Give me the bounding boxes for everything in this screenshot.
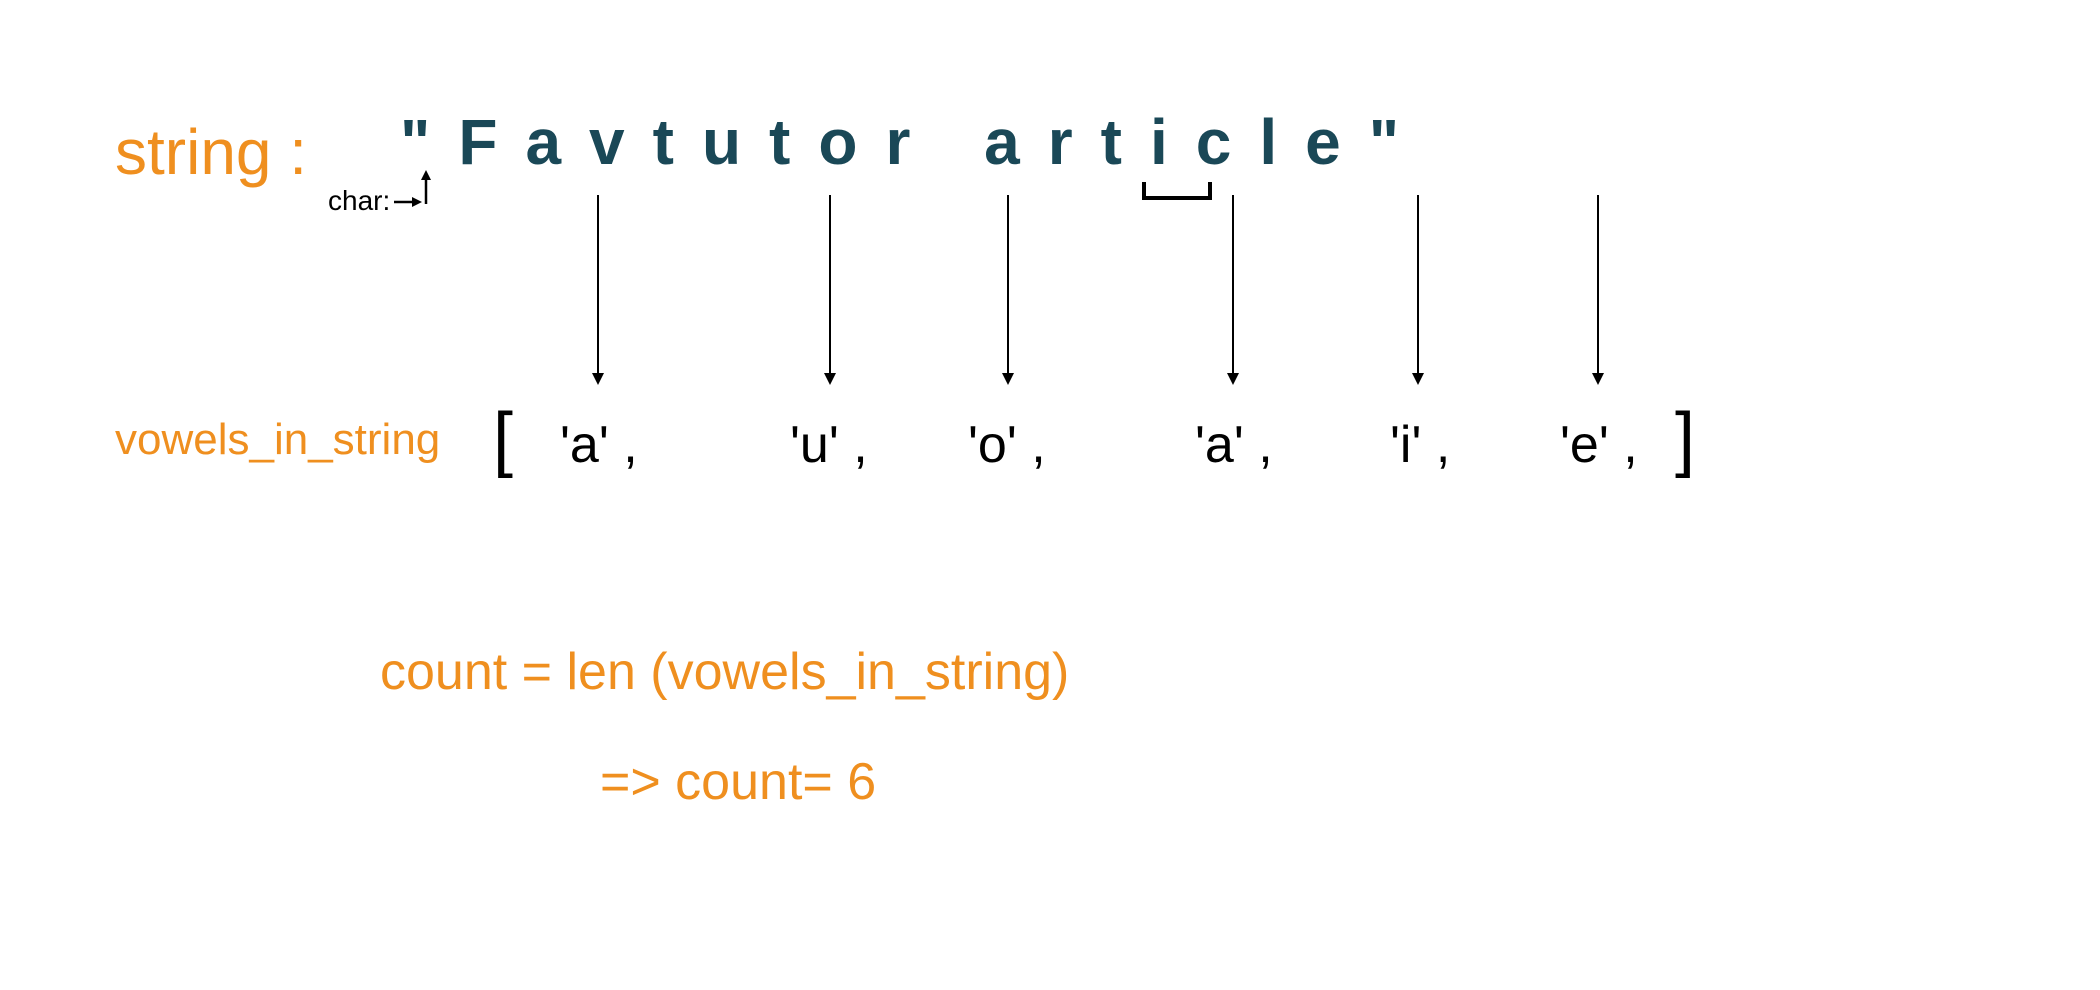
down-arrow-icon xyxy=(1590,195,1606,385)
char-arrow-up-icon xyxy=(418,170,434,204)
list-bracket-left: [ xyxy=(493,398,513,480)
list-item: 'o' , xyxy=(968,415,1046,475)
down-arrow-icon xyxy=(1410,195,1426,385)
string-value: "Favtutor article" xyxy=(400,105,1427,179)
space-underscore-icon xyxy=(1142,180,1212,202)
count-result-line: => count= 6 xyxy=(600,752,876,812)
list-item: 'a' , xyxy=(1195,415,1273,475)
label-vowels-in-string: vowels_in_string xyxy=(115,415,440,465)
char-label: char: xyxy=(328,185,390,217)
list-item: 'u' , xyxy=(790,415,868,475)
down-arrow-icon xyxy=(1225,195,1241,385)
list-bracket-right: ] xyxy=(1675,398,1695,480)
down-arrow-icon xyxy=(590,195,606,385)
label-string: string : xyxy=(115,115,307,189)
list-item: 'e' , xyxy=(1560,415,1638,475)
list-item: 'i' , xyxy=(1390,415,1450,475)
down-arrow-icon xyxy=(1000,195,1016,385)
down-arrow-icon xyxy=(822,195,838,385)
count-expression-line: count = len (vowels_in_string) xyxy=(380,642,1069,702)
list-item: 'a' , xyxy=(560,415,638,475)
